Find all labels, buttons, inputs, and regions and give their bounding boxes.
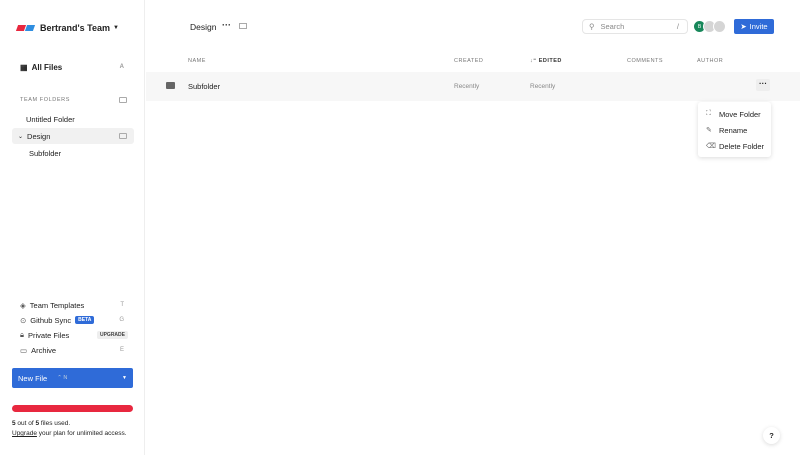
github-icon: ⊙ <box>20 315 27 325</box>
shortcut-key: N <box>63 375 68 381</box>
menu-item-delete-folder[interactable]: ⌫ Delete Folder <box>698 138 771 154</box>
new-folder-icon[interactable] <box>119 97 127 103</box>
column-header-comments[interactable]: COMMENTS <box>627 58 663 64</box>
chevron-down-icon: ▼ <box>113 25 119 31</box>
lock-icon: 🔒︎ <box>20 330 24 339</box>
upgrade-badge[interactable]: UPGRADE <box>96 331 128 339</box>
sidebar-item-team-templates[interactable]: ◈ Team Templates T <box>12 297 134 313</box>
search-shortcut: / <box>676 22 679 31</box>
all-files-label: All Files <box>31 62 63 72</box>
archive-icon: ▭ <box>20 345 28 355</box>
sidebar-item-private-files[interactable]: 🔒︎ Private Files UPGRADE <box>12 327 134 343</box>
shortcut-key: G <box>119 317 124 323</box>
sort-icon: ↓⁼ <box>530 58 539 64</box>
sidebar: Bertrand's Team ▼ ▦ All Files A TEAM FOL… <box>0 0 145 455</box>
sidebar-folder-subfolder[interactable]: Subfolder <box>12 145 134 161</box>
upgrade-link[interactable]: Upgrade <box>12 430 37 437</box>
label: Archive <box>31 345 57 355</box>
table-row[interactable]: Subfolder Recently Recently ··· <box>146 72 800 101</box>
label: Team Templates <box>29 300 85 310</box>
column-header-created[interactable]: CREATED <box>454 58 483 64</box>
shortcut-hint: ⌃ N <box>57 375 68 381</box>
help-button[interactable]: ? <box>763 427 780 444</box>
menu-label: Delete Folder <box>719 141 765 151</box>
main-content: Design ··· ⚲ Search / B ➤ Invite NAME CRE… <box>146 0 800 455</box>
new-folder-icon[interactable] <box>119 133 127 139</box>
grid-icon: ▦ <box>20 62 28 72</box>
layers-icon: ◈ <box>20 300 26 310</box>
invite-label: Invite <box>749 22 768 31</box>
usage-progress-bar <box>12 405 133 412</box>
upgrade-text: Upgrade your plan for unlimited access. <box>12 430 127 437</box>
team-logo <box>15 25 36 31</box>
sidebar-folder-untitled[interactable]: Untitled Folder <box>12 111 134 127</box>
menu-item-move-folder[interactable]: ⛶ Move Folder <box>698 106 771 122</box>
page-title: Design <box>190 22 217 32</box>
column-header-edited[interactable]: ↓⁼ EDITED <box>530 58 562 64</box>
team-folders-header: TEAM FOLDERS <box>12 92 134 108</box>
row-edited: Recently <box>530 83 556 90</box>
menu-label: Rename <box>719 125 748 135</box>
row-created: Recently <box>454 83 480 90</box>
team-switcher[interactable]: Bertrand's Team ▼ <box>15 23 119 33</box>
move-icon: ⛶ <box>706 110 711 117</box>
search-input[interactable]: ⚲ Search / <box>582 19 688 34</box>
team-name: Bertrand's Team <box>40 23 110 33</box>
avatar[interactable] <box>713 20 726 33</box>
team-folders-label: TEAM FOLDERS <box>20 97 70 103</box>
row-more-button[interactable]: ··· <box>756 79 770 91</box>
sidebar-item-github-sync[interactable]: ⊙ Github Sync BETA G <box>12 312 134 328</box>
new-file-label: New File <box>18 373 48 383</box>
chevron-down-icon[interactable]: ▼ <box>122 375 127 381</box>
menu-label: Move Folder <box>719 109 761 119</box>
pencil-icon: ✎ <box>706 127 712 134</box>
folder-icon <box>166 82 175 89</box>
avatar-group[interactable]: B <box>693 20 726 33</box>
label: Private Files <box>28 330 70 340</box>
send-icon: ➤ <box>740 22 747 31</box>
sidebar-item-all-files[interactable]: ▦ All Files A <box>12 59 134 75</box>
usage-text: 5 out of 5 files used. <box>12 420 71 427</box>
shortcut-key: A <box>119 64 124 70</box>
more-icon[interactable]: ··· <box>222 20 231 30</box>
column-header-author[interactable]: AUTHOR <box>697 58 723 64</box>
invite-button[interactable]: ➤ Invite <box>734 19 774 34</box>
label: Github Sync <box>30 315 72 325</box>
new-folder-icon[interactable] <box>239 23 247 29</box>
folder-label: Untitled Folder <box>26 114 75 124</box>
shortcut-key: T <box>120 302 124 308</box>
shortcut-key: E <box>119 347 124 353</box>
chevron-down-icon: ⌄ <box>18 133 24 140</box>
beta-badge: BETA <box>75 316 95 324</box>
search-placeholder: Search <box>600 22 625 31</box>
new-file-button[interactable]: New File ⌃ N ▼ <box>12 368 133 388</box>
sidebar-item-archive[interactable]: ▭ Archive E <box>12 342 134 358</box>
context-menu: ⛶ Move Folder ✎ Rename ⌫ Delete Folder <box>698 102 771 157</box>
folder-label: Design <box>27 131 51 141</box>
search-icon: ⚲ <box>589 22 595 31</box>
row-name[interactable]: Subfolder <box>188 82 220 91</box>
column-header-name[interactable]: NAME <box>188 58 206 64</box>
folder-label: Subfolder <box>29 148 62 158</box>
delete-icon: ⌫ <box>706 143 716 150</box>
menu-item-rename[interactable]: ✎ Rename <box>698 122 771 138</box>
sidebar-folder-design[interactable]: ⌄ Design <box>12 128 134 144</box>
